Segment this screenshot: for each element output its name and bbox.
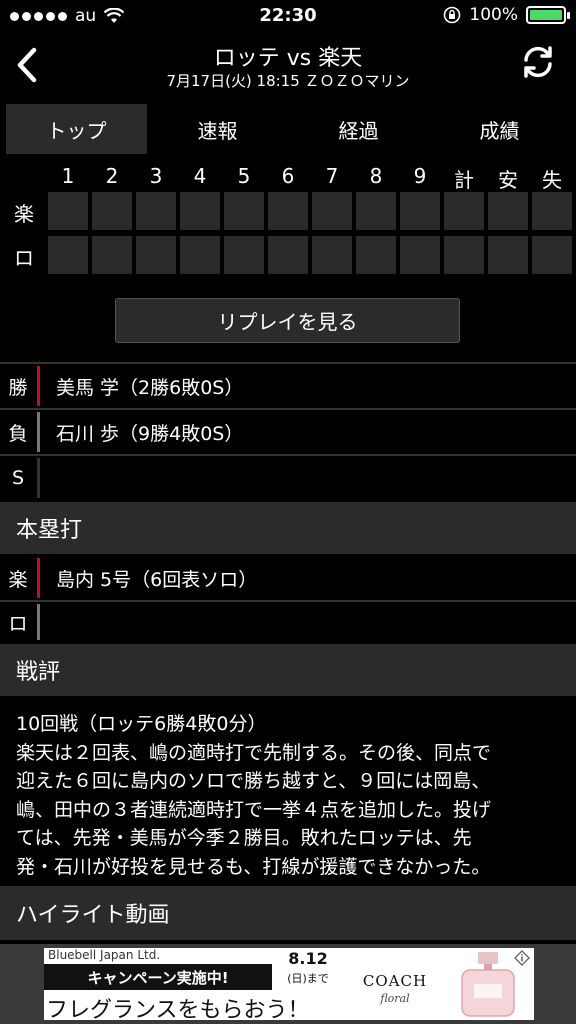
inning-header: 8 <box>369 164 383 188</box>
score-cell <box>532 192 572 230</box>
inning-header: 1 <box>61 164 75 188</box>
ad-banner: Bluebell Japan Ltd. キャンペーン実施中! 8.12 (日)ま… <box>0 944 576 1024</box>
team-color-bar <box>37 558 40 598</box>
battery-percent: 100% <box>469 5 518 25</box>
review-section-header: 戦評 <box>0 644 576 696</box>
save-label: S <box>11 467 25 489</box>
score-cell <box>532 236 572 274</box>
review-line: 10回戦（ロッテ6勝4敗0分） <box>16 713 267 735</box>
score-cell <box>48 236 88 274</box>
homerun-row-home: ロ <box>0 602 576 642</box>
ad-date-sub: (日)まで <box>287 972 329 985</box>
battery-icon <box>526 6 570 24</box>
review-line: 発・石川が好投を見せるも、打線が援護できなかった。 <box>16 855 491 878</box>
team-color-bar <box>37 458 40 498</box>
replay-button[interactable]: リプレイを見る <box>115 298 460 343</box>
win-pitcher: 美馬 学（2勝6敗0S） <box>56 376 244 399</box>
refresh-icon[interactable] <box>520 44 556 80</box>
review-line: 嶋、田中の３者連続適時打で一挙４点を追加した。投げ <box>16 798 492 821</box>
inning-header: 6 <box>281 164 295 188</box>
ad-campaign: キャンペーン実施中! <box>44 964 272 990</box>
ad-brand-sub: floral <box>380 992 410 1005</box>
win-label: 勝 <box>8 376 28 399</box>
inning-header: 9 <box>413 164 427 188</box>
score-cell <box>488 192 528 230</box>
team-color-bar <box>37 604 40 640</box>
section-title: ハイライト動画 <box>16 903 170 928</box>
inning-header: 7 <box>325 164 339 188</box>
ad-date-value: 8.12 <box>288 949 328 968</box>
tab-top[interactable]: トップ <box>6 104 147 154</box>
team-label: 楽 <box>8 568 28 591</box>
score-cell <box>400 192 440 230</box>
score-cell <box>180 236 220 274</box>
score-cell <box>92 236 132 274</box>
score-cell <box>136 236 176 274</box>
score-cell <box>444 192 484 230</box>
review-line: 迎えた６回に島内のソロで勝ち越すと、９回には岡島、 <box>16 770 491 792</box>
score-cell <box>268 192 308 230</box>
status-bar: au 22:30 100% <box>0 0 576 32</box>
homerun-text: 島内 5号（6回表ソロ） <box>56 568 258 591</box>
scoreboard-header: 1 2 3 4 5 6 7 8 9 計 安 失 <box>0 162 576 192</box>
section-title: 戦評 <box>16 660 61 685</box>
homerun-section-header: 本塁打 <box>0 502 576 554</box>
game-info: 7月17日(火) 18:15 ＺＯＺＯマリン <box>166 72 410 90</box>
inning-header: 4 <box>193 164 207 188</box>
score-cell <box>312 192 352 230</box>
loss-label: 負 <box>8 422 28 445</box>
inning-header: 2 <box>105 164 119 188</box>
score-cell <box>92 192 132 230</box>
score-cell <box>136 192 176 230</box>
ad-headline: フレグランスをもらおう！ <box>46 998 310 1020</box>
score-cell <box>356 236 396 274</box>
score-cell <box>180 192 220 230</box>
score-cell <box>224 192 264 230</box>
loss-pitcher: 石川 歩（9勝4敗0S） <box>56 422 244 445</box>
section-title: 本塁打 <box>16 518 83 543</box>
score-cell <box>488 236 528 274</box>
score-cell <box>400 236 440 274</box>
score-cell <box>444 236 484 274</box>
score-cell <box>224 236 264 274</box>
team-label-away: 楽 <box>14 202 34 226</box>
team-color-bar <box>37 412 40 452</box>
ad-company: Bluebell Japan Ltd. <box>48 948 161 962</box>
tab-bar: トップ 速報 経過 成績 <box>6 104 570 154</box>
highlight-video-section[interactable]: ハイライト動画 <box>0 886 576 940</box>
team-label: ロ <box>8 612 28 635</box>
orientation-lock-icon <box>444 6 461 24</box>
tab-stats[interactable]: 成績 <box>429 104 570 154</box>
team-label-home: ロ <box>14 246 34 270</box>
score-cell <box>312 236 352 274</box>
loss-pitcher-row: 負 石川 歩（9勝4敗0S） <box>0 410 576 454</box>
win-pitcher-row: 勝 美馬 学（2勝6敗0S） <box>0 364 576 408</box>
ad-info-icon[interactable] <box>514 950 530 966</box>
errors-header: 失 <box>542 168 562 192</box>
inning-header: 5 <box>237 164 251 188</box>
homerun-row-away: 楽 島内 5号（6回表ソロ） <box>0 556 576 600</box>
review-line: 楽天は２回表、嶋の適時打で先制する。その後、同点で <box>16 741 492 764</box>
ad-content[interactable]: Bluebell Japan Ltd. キャンペーン実施中! 8.12 (日)ま… <box>44 948 534 1020</box>
review-line: ては、先発・美馬が今季２勝目。敗れたロッテは、先 <box>16 827 472 849</box>
page-title: ロッテ vs 楽天 <box>213 46 363 71</box>
score-cell <box>48 192 88 230</box>
save-pitcher-row: S <box>0 456 576 500</box>
hits-header: 安 <box>498 168 518 192</box>
ad-brand-logo: COACH <box>362 972 428 990</box>
team-color-bar <box>37 366 40 406</box>
tab-progress[interactable]: 経過 <box>288 104 429 154</box>
navigation-bar: ロッテ vs 楽天 7月17日(火) 18:15 ＺＯＺＯマリン <box>0 32 576 104</box>
inning-header: 3 <box>149 164 163 188</box>
tab-live[interactable]: 速報 <box>147 104 288 154</box>
score-cell <box>268 236 308 274</box>
ad-date: 8.12 (日)まで <box>280 950 336 988</box>
game-review-text: 10回戦（ロッテ6勝4敗0分） 楽天は２回表、嶋の適時打で先制する。その後、同点… <box>16 710 564 881</box>
total-runs-header: 計 <box>454 168 474 192</box>
score-cell <box>356 192 396 230</box>
